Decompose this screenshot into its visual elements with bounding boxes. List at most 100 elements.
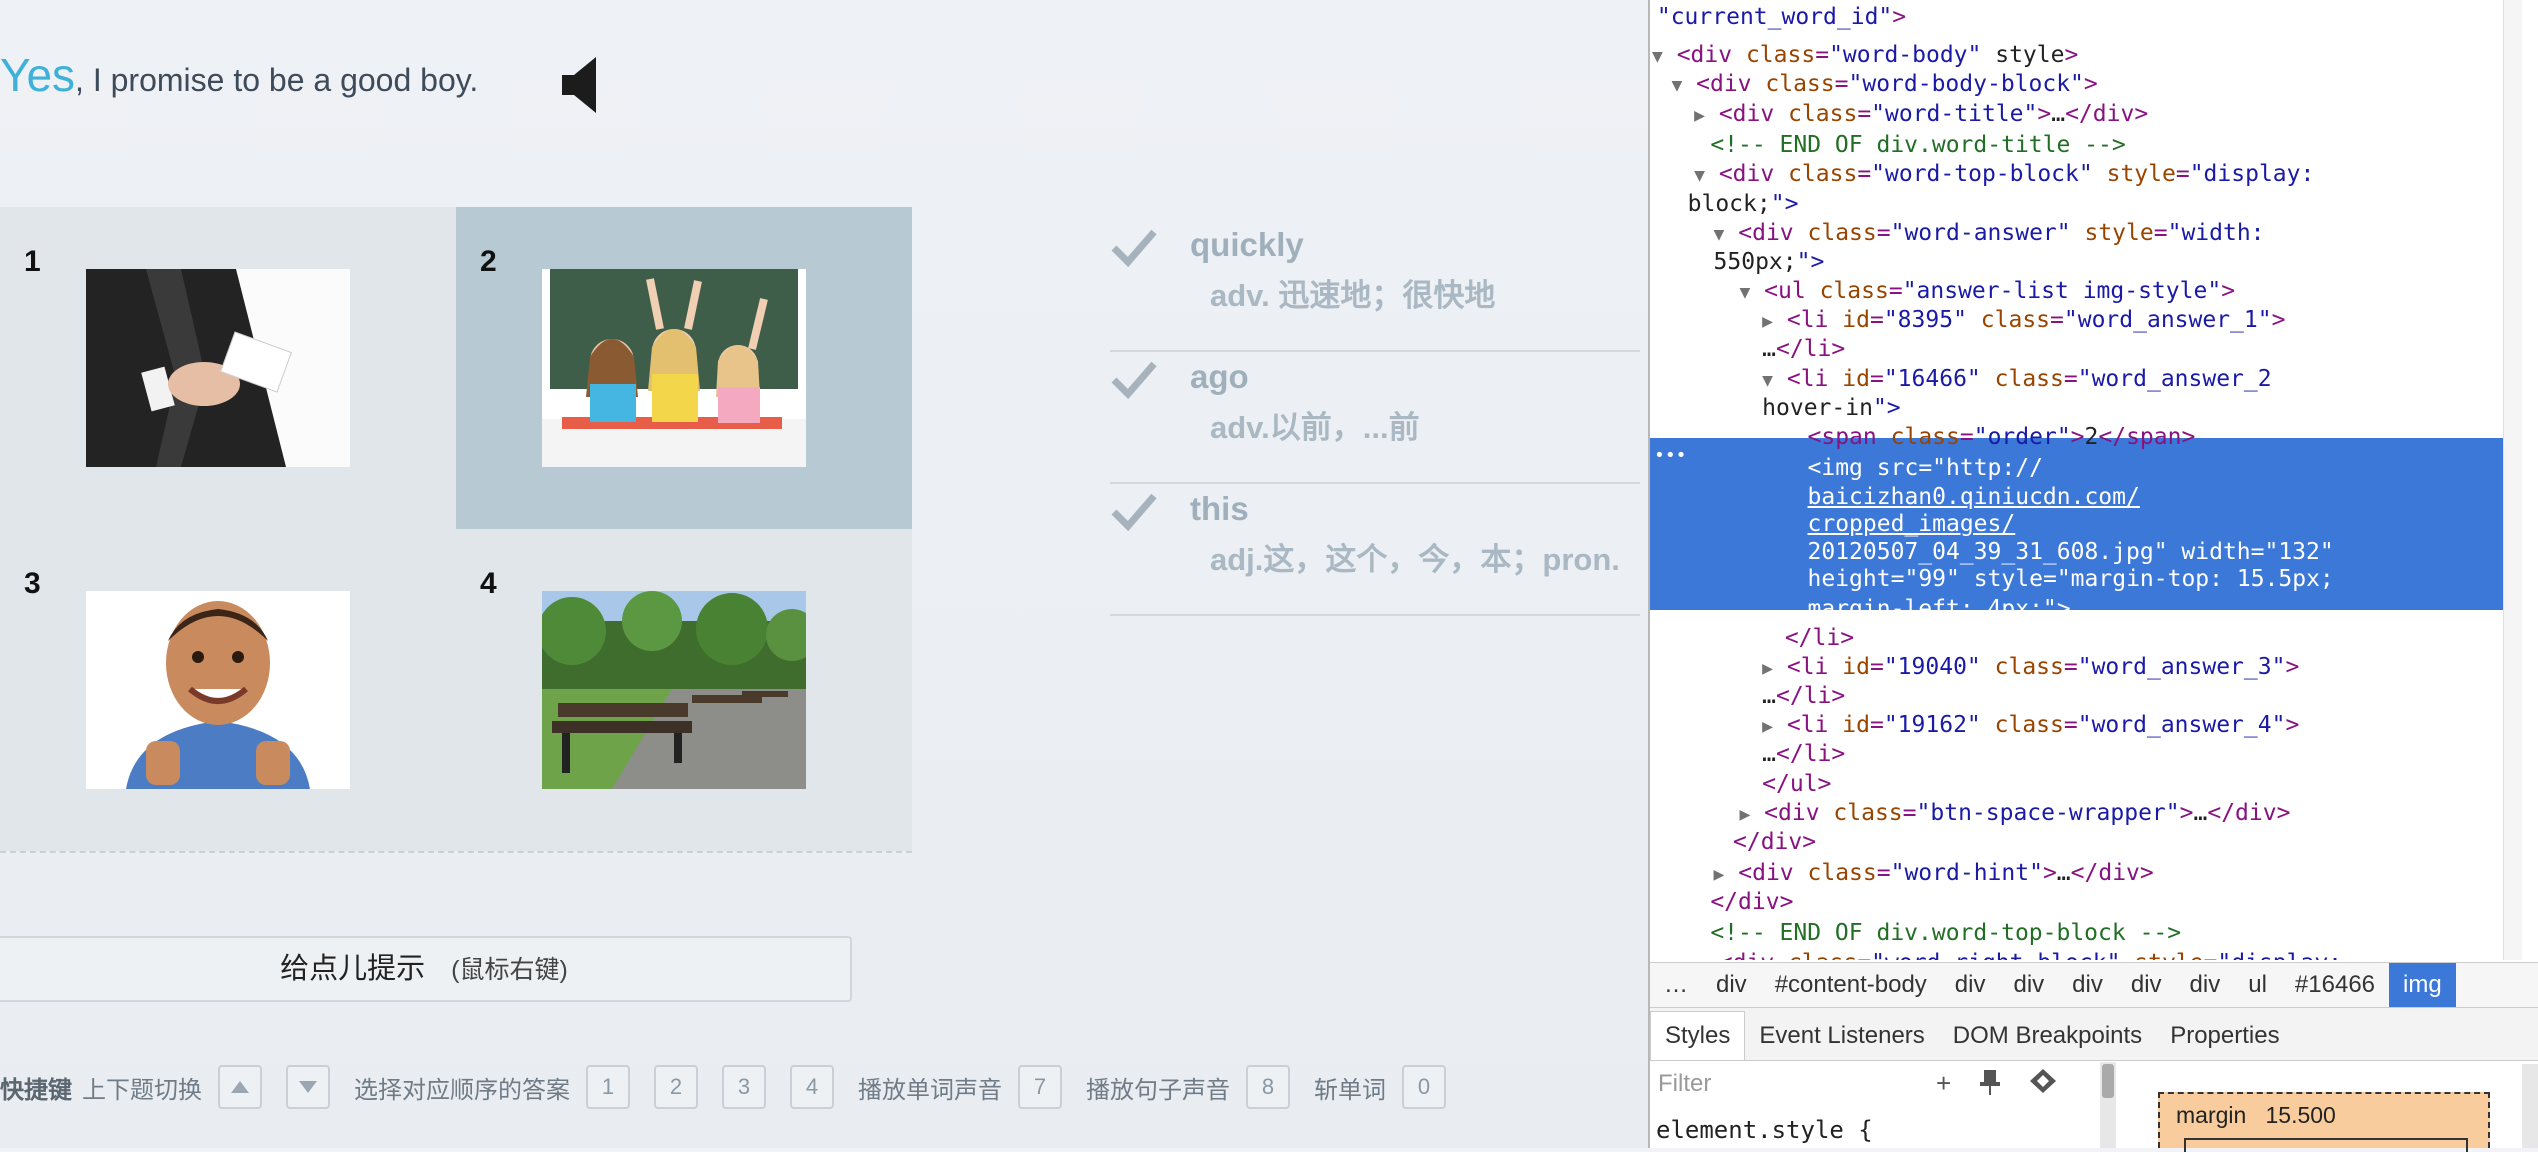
- shortcut-key-1[interactable]: 1: [586, 1065, 630, 1109]
- tab-event-listeners[interactable]: Event Listeners: [1745, 1012, 1938, 1060]
- answer-image[interactable]: [86, 591, 350, 789]
- more-icon[interactable]: •••: [1654, 441, 1687, 470]
- shortcut-key-3[interactable]: 3: [722, 1065, 766, 1109]
- tab-dom-breakpoints[interactable]: DOM Breakpoints: [1939, 1012, 2156, 1060]
- shortcut-key-2[interactable]: 2: [654, 1065, 698, 1109]
- shortcut-key-8[interactable]: 8: [1246, 1065, 1290, 1109]
- add-rule-icon[interactable]: +: [1936, 1068, 1951, 1099]
- dom-line[interactable]: </li>: [1785, 624, 1854, 653]
- collapsed-triangle-icon[interactable]: ▶: [1762, 658, 1773, 679]
- expanded-triangle-icon[interactable]: ▼: [1671, 75, 1682, 96]
- down-arrow-key[interactable]: [286, 1065, 330, 1109]
- pin-icon[interactable]: [1979, 1068, 2001, 1096]
- dom-line[interactable]: ▼ <li id="16466" class="word_answer_2: [1762, 365, 2271, 395]
- dom-line[interactable]: ▶ <li id="19162" class="word_answer_4">: [1762, 711, 2299, 741]
- dom-line[interactable]: ▼ <div class="word-body-block">: [1671, 70, 2097, 100]
- expanded-triangle-icon[interactable]: ▼: [1762, 370, 1773, 391]
- answer-order-number: 3: [24, 567, 41, 600]
- styles-scrollbar[interactable]: [2100, 1062, 2116, 1148]
- dom-line[interactable]: cropped_images/: [1808, 510, 2016, 539]
- collapsed-triangle-icon[interactable]: ▶: [1714, 864, 1725, 885]
- collapsed-triangle-icon[interactable]: ▶: [1694, 105, 1705, 126]
- breadcrumb-item[interactable]: div: [2176, 971, 2235, 999]
- meaning-option[interactable]: this adj.这，这个，今，本；pron.: [1110, 484, 1640, 616]
- collapsed-triangle-icon[interactable]: ▶: [1739, 804, 1750, 825]
- collapsed-triangle-icon[interactable]: ▶: [1694, 954, 1705, 960]
- breadcrumb-item[interactable]: …: [1650, 971, 1702, 999]
- answer-image[interactable]: [86, 269, 350, 467]
- dom-line[interactable]: 550px;">: [1714, 248, 1825, 277]
- answer-option-2[interactable]: 2: [456, 207, 912, 529]
- dom-line[interactable]: "current_word_id">: [1657, 3, 1906, 32]
- breadcrumb-item[interactable]: div: [1702, 971, 1761, 999]
- dom-line[interactable]: …</li>: [1762, 740, 1845, 769]
- answer-image[interactable]: [542, 269, 806, 467]
- selected-dom-node[interactable]: ••• <img src="http://baicizhan0.qiniucdn.…: [1650, 438, 2522, 622]
- dom-line[interactable]: ▶ <div class="word-hint">…</div>: [1714, 859, 2154, 889]
- dom-line[interactable]: </div>: [1733, 828, 1816, 857]
- dom-line[interactable]: 20120507_04_39_31_608.jpg" width="132": [1808, 538, 2334, 567]
- tab-styles[interactable]: Styles: [1650, 1011, 1746, 1060]
- breadcrumb-item[interactable]: img: [2389, 963, 2456, 1007]
- dom-line[interactable]: ▶ <div class="word-right-block" style="d…: [1694, 949, 2342, 960]
- expanded-triangle-icon[interactable]: ▼: [1652, 46, 1663, 67]
- devtools-subtabs: Styles Event Listeners DOM Breakpoints P…: [1650, 1008, 2538, 1061]
- dom-line[interactable]: ▼ <div class="word-body" style>: [1652, 41, 2078, 71]
- collapsed-triangle-icon[interactable]: ▶: [1762, 716, 1773, 737]
- expanded-triangle-icon[interactable]: ▼: [1714, 224, 1725, 245]
- answer-option-4[interactable]: 4: [456, 529, 912, 851]
- dom-line[interactable]: ▶ <div class="word-title">…</div>: [1694, 100, 2148, 130]
- dom-line[interactable]: margin-left: 4px;">: [1808, 595, 2071, 624]
- dom-line[interactable]: …</li>: [1762, 335, 1845, 364]
- answer-option-3[interactable]: 3: [0, 529, 456, 851]
- shortcut-key-4[interactable]: 4: [790, 1065, 834, 1109]
- dom-line[interactable]: <img src="http://: [1808, 454, 2043, 483]
- dom-line[interactable]: block;">: [1688, 190, 1799, 219]
- expanded-triangle-icon[interactable]: ▼: [1694, 165, 1705, 186]
- breadcrumb-item[interactable]: #16466: [2281, 971, 2389, 999]
- dom-line[interactable]: ▼ <ul class="answer-list img-style">: [1739, 277, 2235, 307]
- example-sentence: Yes, I promise to be a good boy.: [0, 48, 478, 102]
- collapsed-triangle-icon[interactable]: ▶: [1762, 311, 1773, 332]
- margin-value[interactable]: 15.500: [2265, 1102, 2335, 1128]
- scrollbar-thumb[interactable]: [2102, 1064, 2114, 1098]
- dom-line[interactable]: ▶ <li id="19040" class="word_answer_3">: [1762, 653, 2299, 683]
- shortcut-key-0[interactable]: 0: [1402, 1065, 1446, 1109]
- breadcrumb-item[interactable]: ul: [2234, 971, 2281, 999]
- meaning-option[interactable]: quickly adv. 迅速地；很快地: [1110, 220, 1640, 352]
- dom-line[interactable]: ▼ <div class="word-answer" style="width:: [1714, 219, 2265, 249]
- breadcrumb-item[interactable]: div: [1941, 971, 2000, 999]
- expanded-triangle-icon[interactable]: ▼: [1739, 282, 1750, 303]
- breadcrumb-item[interactable]: div: [2117, 971, 2176, 999]
- dom-line[interactable]: <span class="order">2</span>: [1808, 423, 2196, 452]
- dom-line[interactable]: baicizhan0.qiniucdn.com/: [1808, 483, 2140, 512]
- dom-line[interactable]: </ul>: [1762, 770, 1831, 799]
- answer-image[interactable]: [542, 591, 806, 789]
- up-arrow-key[interactable]: [218, 1065, 262, 1109]
- dom-line[interactable]: ▶ <li id="8395" class="word_answer_1">: [1762, 306, 2285, 336]
- dom-line[interactable]: ▶ <div class="btn-space-wrapper">…</div>: [1739, 799, 2290, 829]
- hint-button[interactable]: 给点儿提示 (鼠标右键): [0, 936, 852, 1002]
- shortcut-key-7[interactable]: 7: [1018, 1065, 1062, 1109]
- dom-line[interactable]: hover-in">: [1762, 394, 1900, 423]
- shortcut-bar: 快捷键 上下题切换 选择对应顺序的答案 1 2 3 4 播放单词声音 7 播放句…: [0, 1062, 1470, 1112]
- tab-properties[interactable]: Properties: [2156, 1012, 2293, 1060]
- dom-tree[interactable]: ••• <img src="http://baicizhan0.qiniucdn.…: [1650, 0, 2522, 960]
- dom-line[interactable]: <!-- END OF div.word-title -->: [1710, 131, 2125, 160]
- speaker-icon[interactable]: [562, 55, 604, 115]
- dom-line[interactable]: ▼ <div class="word-top-block" style="dis…: [1694, 160, 2314, 190]
- filter-input[interactable]: Filter: [1658, 1070, 1711, 1098]
- dom-line[interactable]: …</li>: [1762, 682, 1845, 711]
- dom-line[interactable]: height="99" style="margin-top: 15.5px;: [1808, 565, 2334, 594]
- box-model-scrollbar[interactable]: [2522, 1064, 2538, 1148]
- answer-option-1[interactable]: 1: [0, 207, 456, 529]
- dom-line[interactable]: <!-- END OF div.word-top-block -->: [1710, 919, 2181, 948]
- breadcrumb-item[interactable]: #content-body: [1761, 971, 1941, 999]
- dom-scrollbar[interactable]: [2503, 0, 2522, 960]
- dom-line[interactable]: </div>: [1710, 888, 1793, 917]
- breadcrumb-item[interactable]: div: [1999, 971, 2058, 999]
- toggle-element-state-icon[interactable]: [2029, 1068, 2057, 1094]
- meaning-option[interactable]: ago adv.以前，...前: [1110, 352, 1640, 484]
- breadcrumb-item[interactable]: div: [2058, 971, 2117, 999]
- element-style-rule[interactable]: element.style {: [1656, 1116, 1873, 1144]
